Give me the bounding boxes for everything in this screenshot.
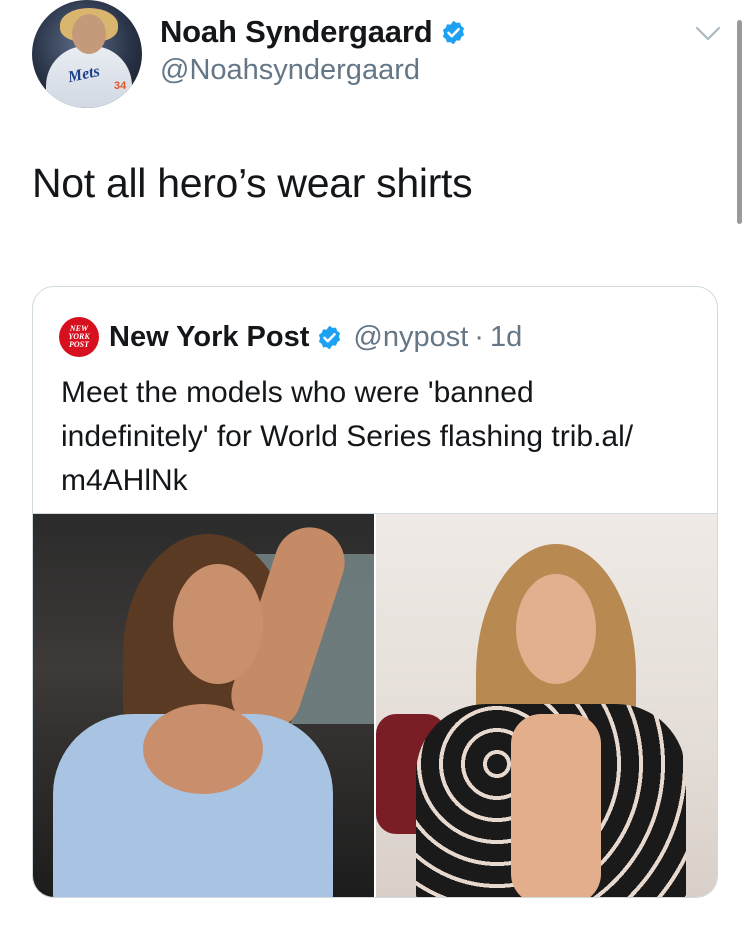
quoted-timestamp[interactable]: 1d bbox=[490, 321, 522, 354]
separator-dot: · bbox=[474, 320, 484, 353]
chevron-down-icon[interactable] bbox=[694, 24, 722, 44]
media-photo-right[interactable] bbox=[376, 514, 717, 897]
photo-figure-face bbox=[516, 574, 596, 684]
quoted-tweet-header: NEW YORK POST New York Post @nypost · 1d bbox=[59, 317, 522, 357]
author-name[interactable]: Noah Syndergaard bbox=[160, 14, 433, 50]
photo-figure-face bbox=[173, 564, 263, 684]
nypost-logo[interactable]: NEW YORK POST bbox=[59, 317, 99, 357]
tweet-text: Not all hero’s wear shirts bbox=[32, 160, 473, 206]
quoted-author-name[interactable]: New York Post bbox=[109, 321, 309, 354]
photo-figure-neckline bbox=[511, 714, 601, 897]
author-handle[interactable]: @Noahsyndergaard bbox=[160, 54, 420, 87]
photo-figure-neckline bbox=[143, 704, 263, 794]
quoted-text-line: Meet the models who were 'banned bbox=[61, 376, 534, 409]
quoted-tweet-card[interactable]: NEW YORK POST New York Post @nypost · 1d… bbox=[32, 286, 718, 898]
nypost-logo-line: POST bbox=[69, 340, 89, 349]
author-avatar[interactable]: Mets 34 bbox=[32, 0, 142, 108]
avatar-jersey-number: 34 bbox=[114, 80, 127, 92]
quoted-text-line[interactable]: m4AHlNk bbox=[61, 459, 701, 503]
quoted-tweet-text: Meet the models who were 'banned indefin… bbox=[61, 371, 701, 503]
quoted-author-handle[interactable]: @nypost bbox=[353, 321, 468, 354]
verified-badge-icon bbox=[319, 325, 341, 349]
avatar-face bbox=[72, 14, 106, 54]
scrollbar[interactable] bbox=[737, 20, 742, 224]
quoted-media-grid bbox=[33, 513, 717, 897]
tweet-page: Mets 34 Noah Syndergaard @Noahsyndergaar… bbox=[0, 0, 750, 926]
media-photo-left[interactable] bbox=[33, 514, 374, 897]
verified-badge-icon bbox=[443, 20, 465, 44]
author-name-row: Noah Syndergaard bbox=[160, 14, 467, 50]
quoted-text-line[interactable]: indefinitely' for World Series flashing … bbox=[61, 415, 701, 459]
